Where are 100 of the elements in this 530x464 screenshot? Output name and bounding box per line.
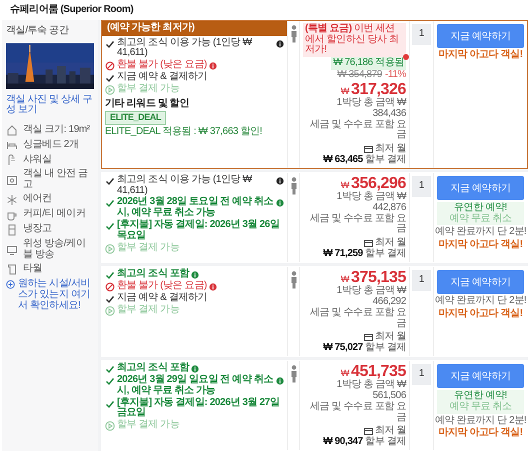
deal-tag: ELITE_DEAL — [105, 110, 166, 125]
person-icon — [290, 364, 298, 383]
amenity-label: 냉장고 — [23, 224, 52, 236]
book-button[interactable]: 지금 예약하기 — [437, 176, 524, 200]
monthly-label: 최저 월 — [374, 144, 406, 154]
tv-icon — [6, 244, 18, 256]
applied-badge: ₩ 76,186 적용됨 — [331, 57, 406, 70]
feature-text: 할부 결제 가능 — [117, 242, 180, 254]
quantity-select[interactable]: 1 — [412, 270, 431, 291]
info-icon — [276, 199, 284, 208]
urgency-text: 예약 완료까지 단 2분! — [434, 227, 526, 238]
urgency-text: 예약 완료까지 단 2분! — [434, 296, 526, 307]
feature-text: 할부 결제 가능 — [117, 304, 180, 316]
book-button[interactable]: 지금 예약하기 — [437, 270, 524, 294]
amenity-label: 커피/티 메이커 — [23, 209, 86, 220]
room-title: 슈페리어룸 (Superior Room) — [9, 3, 134, 17]
feature-text: 최고의 조식 포함 — [117, 268, 189, 280]
total-text: 1박당 총 금액 ₩ 466,292 — [336, 286, 406, 308]
price-text: ₩375,135 — [340, 268, 406, 286]
room-photos-link[interactable]: 객실 사진 및 상세 구성 보기 — [6, 94, 94, 116]
price-text: ₩356,296 — [340, 174, 406, 192]
check-icon — [105, 198, 115, 208]
amenity-label: 타월 — [23, 264, 42, 275]
monthly-label: 최저 월 — [374, 332, 406, 342]
plus-icon — [6, 280, 15, 290]
feature-text: 지금 예약 & 결제하기 — [117, 72, 208, 83]
discount-text: -11% — [384, 70, 406, 81]
total-text: 1박당 총 금액 ₩ 442,876 — [336, 192, 406, 214]
feature-text: 할부 결제 가능 — [117, 420, 180, 431]
info-icon — [208, 62, 217, 70]
book-button[interactable]: 지금 예약하기 — [437, 364, 524, 388]
book-button[interactable]: 지금 예약하기 — [437, 24, 524, 48]
check-icon — [105, 364, 115, 374]
monthly-label: 최저 월 — [374, 238, 406, 248]
safe-icon — [6, 174, 18, 186]
check-icon — [105, 294, 115, 304]
prohibited-icon — [105, 61, 115, 72]
check-icon — [105, 398, 115, 409]
person-icon — [290, 270, 298, 289]
price-text: ₩317,326 — [340, 80, 406, 98]
rewards-heading: 기타 리워드 및 할인 — [105, 99, 190, 110]
person-icon — [290, 176, 298, 195]
bed-icon — [6, 139, 18, 152]
fridge-icon — [6, 224, 18, 236]
last-room-text: 마지막 아고다 객실! — [438, 308, 523, 320]
amenity-label: 위성 방송/케이블 방송 — [23, 238, 86, 260]
check-icon — [105, 38, 115, 49]
feature-text: 최고의 조식 이용 가능 (1인당 ₩ 41,611) — [117, 174, 253, 196]
deal-banner: (예약 가능한 최저가) — [102, 20, 287, 36]
installment-text: ₩ 75,027 할부 결제 — [323, 343, 406, 354]
urgency-text: 예약 완료까지 단 2분! — [434, 416, 526, 426]
info-icon — [276, 40, 284, 48]
total-text: 1박당 총 금액 ₩ 384,436 — [336, 98, 406, 120]
feature-text: 2026년 3월 28일 토요일 전 예약 취소 시, 예약 무료 취소 가능 — [117, 197, 274, 219]
towel-icon — [6, 263, 18, 276]
check-icon — [105, 176, 115, 186]
amenity-label: 객실 크기: 19m² — [23, 124, 90, 136]
amenity-label: 객실 내 안전 금고 — [23, 169, 89, 191]
check-icon — [105, 376, 115, 386]
quantity-select[interactable]: 1 — [412, 24, 431, 45]
info-icon — [190, 364, 199, 373]
info-icon — [276, 176, 284, 185]
installment-text: ₩ 90,347 할부 결제 — [323, 437, 406, 448]
flexible-badge: 유연한 예약! 예약 무료 취소 — [437, 202, 524, 226]
feature-text: 지금 예약 & 결제하기 — [117, 292, 208, 304]
check-icon — [105, 73, 115, 84]
section-heading: 객실/투숙 공간 — [6, 26, 70, 37]
installment-text: ₩ 63,465 할부 결제 — [323, 155, 406, 166]
house-icon — [6, 124, 18, 136]
quantity-select[interactable]: 1 — [412, 176, 431, 197]
deal-text: ELITE_DEAL 적용됨 : ₩ 37,663 할인! — [105, 126, 262, 138]
snowflake-icon — [6, 194, 18, 206]
tax-note: 세금 및 수수료 포함 요금 — [309, 120, 406, 142]
promo-badge: (특별 요금) 이번 세션에서 할인하신 당사 최저가! — [303, 22, 406, 58]
last-room-text: 마지막 아고다 객실! — [438, 240, 523, 252]
feature-text: 환불 불가 (낮은 요금) — [117, 60, 207, 71]
quantity-select[interactable]: 1 — [412, 364, 431, 385]
installment-text: ₩ 71,259 할부 결제 — [323, 249, 406, 260]
tax-note: 세금 및 수수료 포함 요금 — [309, 214, 406, 236]
flexible-badge: 유연한 예약! 예약 무료 취소 — [437, 390, 524, 414]
feature-text: 2026년 3월 29일 일요일 전 예약 취소 시, 예약 무료 취소 가능 — [117, 374, 274, 397]
amenity-label: 에어컨 — [23, 194, 52, 206]
last-room-text: 마지막 아고다 객실! — [438, 50, 523, 61]
original-price: ₩ 354,879 — [337, 70, 382, 81]
feature-text: 최고의 조식 이용 가능 (1인당 ₩ 41,611) — [117, 38, 253, 60]
amenity-label: 싱글베드 2개 — [23, 140, 79, 151]
last-room-text: 마지막 아고다 객실! — [438, 428, 523, 440]
feature-text: 최고의 조식 포함 — [117, 362, 189, 374]
check-icon — [105, 270, 115, 280]
info-icon — [208, 282, 217, 291]
check-icon — [105, 221, 115, 232]
amenity-label: 샤워실 — [23, 154, 52, 166]
feature-text: 할부 결제 가능 — [117, 84, 180, 95]
info-icon — [276, 376, 284, 385]
facilities-link[interactable]: 원하는 시설/서비스가 있는지 여기서 확인하세요! — [18, 279, 94, 312]
total-text: 1박당 총 금액 ₩ 561,506 — [336, 380, 406, 402]
price-text: ₩451,735 — [340, 362, 406, 380]
tax-note: 세금 및 수수료 포함 요금 — [309, 308, 406, 330]
prohibited-icon — [105, 282, 115, 292]
feature-text: [후지불] 자동 결제일: 2026년 3월 27일 금요일 — [117, 398, 280, 420]
